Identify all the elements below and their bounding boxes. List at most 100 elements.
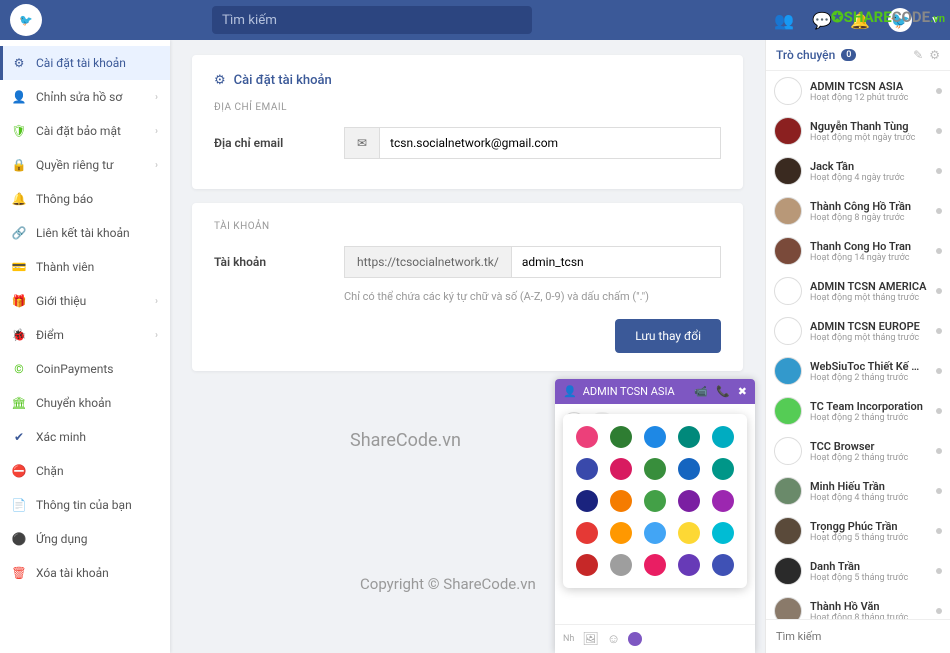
email-input[interactable] [379,127,721,159]
sidebar-item[interactable]: 🛡Cài đặt bảo mật› [0,114,170,148]
sidebar-item[interactable]: 👤Chỉnh sửa hồ sơ› [0,80,170,114]
color-icon[interactable] [628,632,642,646]
chat-avatar [774,237,802,265]
color-option[interactable] [576,554,598,576]
color-option[interactable] [712,490,734,512]
color-option[interactable] [610,554,632,576]
color-option[interactable] [576,490,598,512]
logo[interactable]: 🐦 [10,4,42,36]
email-section-label: ĐỊA CHỈ EMAIL [214,102,721,113]
color-option[interactable] [712,554,734,576]
color-option[interactable] [644,490,666,512]
status-dot [936,248,942,254]
chat-avatar [774,277,802,305]
color-option[interactable] [644,554,666,576]
sidebar-item[interactable]: ⚫Ứng dụng [0,522,170,556]
sidebar-icon: 🔗 [12,226,26,240]
messages-icon[interactable]: 💬 [812,11,832,30]
chat-header: Trò chuyện 0 ✎ ⚙ [766,40,950,71]
chat-list-item[interactable]: ADMIN TCSN EUROPEHoạt động một tháng trư… [766,311,950,351]
sidebar-item[interactable]: 💳Thành viên [0,250,170,284]
color-option[interactable] [610,458,632,480]
color-option[interactable] [576,426,598,448]
chat-list-item[interactable]: TC Team IncorporationHoạt động 2 tháng t… [766,391,950,431]
sidebar-item[interactable]: 🔒Quyền riêng tư› [0,148,170,182]
sidebar-item[interactable]: 📄Thông tin của bạn [0,488,170,522]
chat-activity: Hoạt động 12 phút trước [810,93,928,103]
color-option[interactable] [678,522,700,544]
chat-name: ADMIN TCSN ASIA [810,80,928,93]
gear-icon[interactable]: ⚙ [929,48,940,62]
chat-list-item[interactable]: Minh Hiếu TrầnHoạt động 4 tháng trước [766,471,950,511]
chevron-right-icon: › [155,160,158,171]
chat-list-item[interactable]: TCC BrowserHoạt động 2 tháng trước [766,431,950,471]
sidebar-item[interactable]: ⛔Chặn [0,454,170,488]
color-option[interactable] [644,458,666,480]
chat-list-item[interactable]: ADMIN TCSN ASIAHoạt động 12 phút trước [766,71,950,111]
color-option[interactable] [712,522,734,544]
sidebar-icon: 👤 [12,90,26,104]
sidebar-label: Thông báo [36,192,93,206]
color-option[interactable] [678,490,700,512]
sidebar-icon: © [12,362,26,376]
username-input[interactable] [511,246,721,278]
sidebar-item[interactable]: ©CoinPayments [0,352,170,386]
email-label: Địa chỉ email [214,136,344,150]
color-option[interactable] [644,522,666,544]
chat-activity: Hoạt động một ngày trước [810,133,928,143]
color-picker [563,414,747,588]
status-dot [936,488,942,494]
chat-name: Danh Trần [810,560,928,573]
color-option[interactable] [712,426,734,448]
color-option[interactable] [678,426,700,448]
search-input[interactable] [212,6,532,34]
chat-list-item[interactable]: ADMIN TCSN AMERICAHoạt động một tháng tr… [766,271,950,311]
color-option[interactable] [678,554,700,576]
topbar: 🐦 👥 💬 🔔 🐦 ▼ [0,0,950,40]
friends-icon[interactable]: 👥 [774,11,794,30]
chat-name: ADMIN TCSN AMERICA [810,280,928,293]
sidebar-item[interactable]: 🔔Thông báo [0,182,170,216]
chat-list-item[interactable]: Jack TầnHoạt động 4 ngày trước [766,151,950,191]
color-option[interactable] [610,522,632,544]
phone-icon[interactable]: 📞 [716,385,730,398]
sidebar-item[interactable]: ⚙Cài đặt tài khoản [0,46,170,80]
status-dot [936,448,942,454]
color-option[interactable] [610,490,632,512]
sidebar-item[interactable]: 🗑Xóa tài khoản [0,556,170,590]
video-icon[interactable]: 📹 [694,385,708,398]
sidebar-icon: 🛡 [12,124,26,138]
color-option[interactable] [712,458,734,480]
chat-search-input[interactable] [772,626,944,647]
sidebar-item[interactable]: 🎁Giới thiệu› [0,284,170,318]
image-icon[interactable]: 🖼 [582,632,599,647]
color-option[interactable] [610,426,632,448]
chat-list-item[interactable]: Nguyễn Thanh TùngHoạt động một ngày trướ… [766,111,950,151]
sidebar-item[interactable]: 🔗Liên kết tài khoản [0,216,170,250]
settings-title: ⚙ Cài đặt tài khoản [214,73,721,88]
close-icon[interactable]: ✖ [738,385,747,398]
sidebar-label: Xóa tài khoản [36,566,109,580]
chat-list-item[interactable]: WebSiuToc Thiết Kế Website Chuyên Nghiệp… [766,351,950,391]
sidebar-item[interactable]: ✔Xác minh [0,420,170,454]
sidebar-item[interactable]: 🐞Điểm› [0,318,170,352]
chat-list-item[interactable]: Thành Hồ VănHoạt động 8 tháng trước [766,591,950,619]
emoji-icon[interactable]: ☺ [607,631,620,647]
color-option[interactable] [644,426,666,448]
chevron-right-icon: › [155,92,158,103]
chat-list-item[interactable]: Trọngg Phúc TrầnHoạt động 5 tháng trước [766,511,950,551]
status-dot [936,288,942,294]
sidebar-item[interactable]: 🏛Chuyển khoản [0,386,170,420]
chat-list-item[interactable]: Thanh Cong Ho TranHoạt động 14 ngày trướ… [766,231,950,271]
chat-activity: Hoạt động một tháng trước [810,333,928,343]
save-button[interactable]: Lưu thay đổi [615,319,721,353]
chat-list-item[interactable]: Danh TrầnHoạt động 5 tháng trước [766,551,950,591]
chat-list-item[interactable]: Thành Công Hồ TrầnHoạt động 8 ngày trước [766,191,950,231]
status-dot [936,328,942,334]
color-option[interactable] [576,522,598,544]
chat-window-header[interactable]: 👤 ADMIN TCSN ASIA 📹 📞 ✖ [555,379,755,404]
color-option[interactable] [678,458,700,480]
watermark: Copyright © ShareCode.vn [360,575,536,593]
edit-icon[interactable]: ✎ [913,48,923,62]
color-option[interactable] [576,458,598,480]
